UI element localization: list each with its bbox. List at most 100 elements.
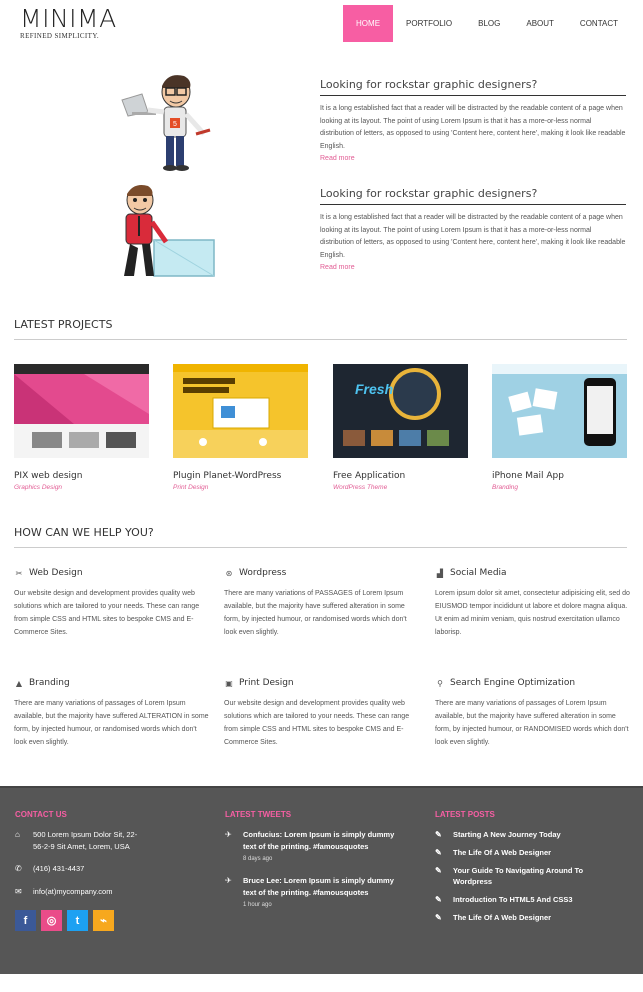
feature-block-1: Looking for rockstar graphic designers? … <box>320 78 626 162</box>
read-more-link[interactable]: Read more <box>320 155 626 162</box>
logo-name: MINIMA <box>20 4 117 33</box>
logo-tagline: REFINED SIMPLICITY. <box>20 32 100 40</box>
address-text: 500 Lorem Ipsum Dolor Sit, 22-56-2-9 Sit… <box>33 830 138 851</box>
footer-heading: CONTACT US <box>15 810 67 819</box>
service-text: Our website design and development provi… <box>224 700 410 746</box>
service-title: Wordpress <box>239 568 287 578</box>
wordpress-icon: ⊛ <box>225 568 233 578</box>
twitter-bird-icon: ✈ <box>225 876 232 885</box>
project-card[interactable]: iPhone Mail App Branding <box>492 364 627 491</box>
user-icon: ▲ <box>15 678 23 688</box>
read-more-link[interactable]: Read more <box>320 264 626 271</box>
logo[interactable]: MINIMA REFINED SIMPLICITY. <box>20 4 117 41</box>
pin-icon: ✎ <box>435 866 442 875</box>
nav-blog[interactable]: BLOG <box>465 5 513 42</box>
feature-text: It is a long established fact that a rea… <box>320 105 626 150</box>
dribbble-icon[interactable]: ◎ <box>41 910 62 931</box>
footer-tweets: LATEST TWEETS ✈ Confucius: Lorem Ipsum i… <box>225 810 405 911</box>
post-link[interactable]: ✎ Your Guide To Navigating Around To Word… <box>435 865 595 887</box>
service-wordpress: ⊛ Wordpress There are many variations of … <box>224 568 419 639</box>
footer-heading: LATEST TWEETS <box>225 810 292 819</box>
feature-title: Looking for rockstar graphic designers? <box>320 187 626 205</box>
twitter-icon[interactable]: t <box>67 910 88 931</box>
service-seo: ⚲ Search Engine Optimization There are ma… <box>435 678 630 749</box>
designer-laptop-illustration: 5 <box>121 75 211 171</box>
project-category[interactable]: Graphics Design <box>14 484 149 491</box>
service-title: Social Media <box>450 568 507 578</box>
feature-text: It is a long established fact that a rea… <box>320 214 626 259</box>
project-thumbnail[interactable] <box>173 364 308 458</box>
service-title: Web Design <box>29 568 83 578</box>
service-text: There are many variations of passages of… <box>14 700 209 746</box>
header: MINIMA REFINED SIMPLICITY. HOME PORTFOLI… <box>0 0 643 60</box>
tweet-time: 8 days ago <box>243 856 273 862</box>
project-thumbnail[interactable] <box>492 364 627 458</box>
service-title: Search Engine Optimization <box>450 678 576 688</box>
project-category[interactable]: WordPress Theme <box>333 484 468 491</box>
phone-text[interactable]: (416) 431-4437 <box>33 863 84 875</box>
project-card[interactable]: Fresh Free Application WordPress Theme <box>333 364 468 491</box>
service-text: There are many variations of PASSAGES of… <box>224 590 407 636</box>
project-category[interactable]: Print Design <box>173 484 308 491</box>
tweet-item[interactable]: ✈ Confucius: Lorem Ipsum is simply dummy… <box>225 829 405 865</box>
post-link[interactable]: ✎ Introduction To HTML5 And CSS3 <box>435 894 595 905</box>
project-category[interactable]: Branding <box>492 484 627 491</box>
nav-contact[interactable]: CONTACT <box>567 5 631 42</box>
svg-text:Fresh: Fresh <box>355 381 393 397</box>
facebook-icon[interactable]: f <box>15 910 36 931</box>
main-nav: HOME PORTFOLIO BLOG ABOUT CONTACT <box>343 5 643 42</box>
pin-icon: ✎ <box>435 848 442 857</box>
rss-icon[interactable]: ⌁ <box>93 910 114 931</box>
svg-text:5: 5 <box>173 121 177 128</box>
picture-icon: ▣ <box>225 678 233 688</box>
project-title[interactable]: Plugin Planet-WordPress <box>173 471 308 481</box>
home-icon: ⌂ <box>15 830 20 839</box>
wrench-icon: ✂ <box>15 568 23 578</box>
twitter-bird-icon: ✈ <box>225 830 232 839</box>
thumbs-up-icon: ▟ <box>436 568 444 578</box>
project-thumbnail[interactable] <box>14 364 149 458</box>
service-text: There are many variations of passages of… <box>435 700 629 746</box>
nav-portfolio[interactable]: PORTFOLIO <box>393 5 465 42</box>
service-title: Print Design <box>239 678 294 688</box>
service-text: Our website design and development provi… <box>14 590 200 636</box>
social-links: f ◎ t ⌁ <box>15 910 145 931</box>
pin-icon: ✎ <box>435 913 442 922</box>
service-social-media: ▟ Social Media Lorem ipsum dolor sit amet… <box>435 568 630 639</box>
post-link[interactable]: ✎ The Life Of A Web Designer <box>435 912 595 923</box>
service-text: Lorem ipsum dolor sit amet, consectetur … <box>435 590 630 636</box>
service-title: Branding <box>29 678 70 688</box>
tweet-text[interactable]: Bruce Lee: Lorem Ipsum is simply dummy t… <box>243 875 405 899</box>
post-link[interactable]: ✎ The Life Of A Web Designer <box>435 847 595 858</box>
post-link[interactable]: ✎ Starting A New Journey Today <box>435 829 595 840</box>
feature-block-2: Looking for rockstar graphic designers? … <box>320 187 626 271</box>
tweet-time: 1 hour ago <box>243 902 272 908</box>
project-title[interactable]: PIX web design <box>14 471 149 481</box>
latest-projects-heading: LATEST PROJECTS <box>14 318 627 340</box>
designer-sitting-illustration <box>124 185 215 277</box>
service-web-design: ✂ Web Design Our website design and devel… <box>14 568 209 639</box>
project-title[interactable]: Free Application <box>333 471 468 481</box>
project-thumbnail[interactable]: Fresh <box>333 364 468 458</box>
service-branding: ▲ Branding There are many variations of p… <box>14 678 209 749</box>
footer-heading: LATEST POSTS <box>435 810 495 819</box>
feature-title: Looking for rockstar graphic designers? <box>320 78 626 96</box>
phone-icon: ✆ <box>15 864 22 873</box>
footer-posts: LATEST POSTS ✎ Starting A New Journey Tod… <box>435 810 595 930</box>
footer: CONTACT US ⌂ 500 Lorem Ipsum Dolor Sit, 2… <box>0 786 643 974</box>
project-card[interactable]: Plugin Planet-WordPress Print Design <box>173 364 308 491</box>
pin-icon: ✎ <box>435 895 442 904</box>
footer-contact: CONTACT US ⌂ 500 Lorem Ipsum Dolor Sit, 2… <box>15 810 145 931</box>
tweet-text[interactable]: Confucius: Lorem Ipsum is simply dummy t… <box>243 829 405 853</box>
envelope-icon: ✉ <box>15 887 22 896</box>
project-card[interactable]: PIX web design Graphics Design <box>14 364 149 491</box>
nav-home[interactable]: HOME <box>343 5 394 42</box>
pin-icon: ✎ <box>435 830 442 839</box>
nav-about[interactable]: ABOUT <box>513 5 567 42</box>
help-heading: HOW CAN WE HELP YOU? <box>14 526 627 548</box>
search-icon: ⚲ <box>437 678 443 688</box>
email-text[interactable]: info(at)mycompany.com <box>33 886 112 898</box>
service-print-design: ▣ Print Design Our website design and dev… <box>224 678 419 749</box>
project-title[interactable]: iPhone Mail App <box>492 471 627 481</box>
tweet-item[interactable]: ✈ Bruce Lee: Lorem Ipsum is simply dummy… <box>225 875 405 911</box>
